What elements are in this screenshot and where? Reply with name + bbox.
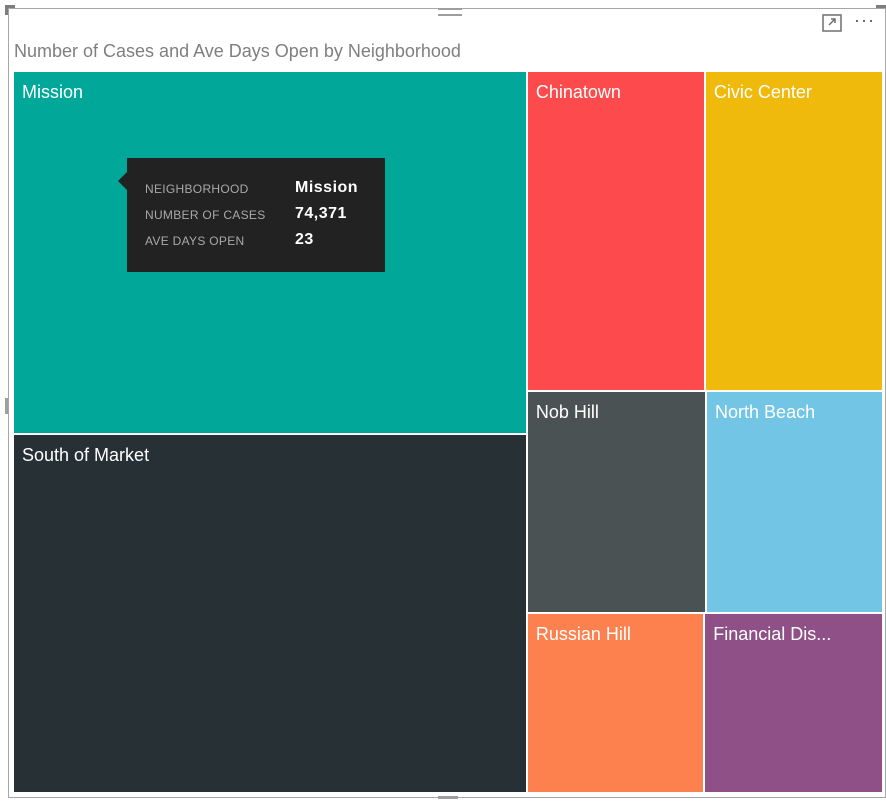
tooltip-key: NEIGHBORHOOD: [145, 182, 249, 196]
treemap-tile-chinatown[interactable]: Chinatown: [527, 72, 704, 390]
focus-mode-icon[interactable]: [822, 14, 842, 32]
tooltip-row: NUMBER OF CASES 74,371: [145, 202, 385, 228]
treemap-tile-north-beach[interactable]: North Beach: [707, 391, 882, 613]
treemap-tile-label: Chinatown: [535, 82, 621, 102]
chart-title: Number of Cases and Ave Days Open by Nei…: [14, 41, 461, 61]
more-options-button[interactable]: ···: [854, 10, 875, 30]
treemap-tile-label: North Beach: [715, 401, 816, 422]
data-tooltip: NEIGHBORHOOD Mission NUMBER OF CASES 74,…: [118, 158, 385, 272]
tooltip-row: NEIGHBORHOOD Mission: [145, 176, 385, 202]
tooltip-key: NUMBER OF CASES: [145, 208, 266, 222]
treemap-tile-label: Russian Hill: [535, 624, 631, 645]
treemap-tile-label: South of Market: [22, 445, 150, 466]
focus-mode-glyph: [822, 14, 842, 32]
treemap-tile-south-of-market[interactable]: South of Market: [14, 435, 526, 792]
treemap-tile-label: Nob Hill: [535, 401, 599, 422]
tooltip-value: Mission: [295, 179, 359, 196]
tooltip-value: 74,371: [295, 205, 347, 222]
resize-handle-left[interactable]: [5, 398, 8, 414]
treemap-tile-label: Financial Dis...: [713, 624, 832, 645]
drag-grip-icon[interactable]: [438, 8, 462, 20]
treemap-tile-civic-center[interactable]: Civic Center: [705, 72, 882, 390]
treemap-tile-label: Mission: [22, 82, 84, 102]
tooltip-pointer: [118, 172, 127, 190]
treemap-tile-label: Civic Center: [713, 82, 812, 102]
tooltip-key: AVE DAYS OPEN: [145, 234, 245, 248]
treemap-tile-nob-hill[interactable]: Nob Hill: [527, 391, 706, 613]
tooltip-row: AVE DAYS OPEN 23: [145, 228, 385, 254]
treemap-tile-financial-district[interactable]: Financial Dis...: [705, 614, 882, 792]
resize-handle-bottom[interactable]: [438, 796, 458, 799]
tooltip-value: 23: [295, 231, 314, 248]
resize-corner-top-left-v[interactable]: [5, 5, 8, 15]
treemap-tile-russian-hill[interactable]: Russian Hill: [527, 614, 704, 792]
resize-corner-top-right[interactable]: [876, 5, 886, 8]
